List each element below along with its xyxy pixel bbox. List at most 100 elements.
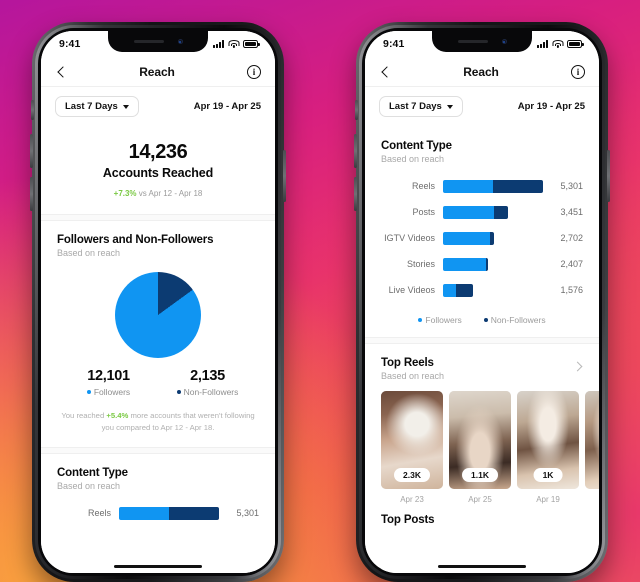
non-followers-legend-dot <box>176 390 181 394</box>
bar-value-label: 3,451 <box>560 207 583 217</box>
volume-down-button[interactable] <box>354 177 357 211</box>
stacked-bar <box>119 506 219 520</box>
silent-switch[interactable] <box>31 100 34 120</box>
delta-comparison: vs Apr 12 - Apr 18 <box>136 189 203 198</box>
top-reels-section: Top Reels Based on reach <box>365 344 599 381</box>
scroll-body-left[interactable]: 14,236 Accounts Reached +7.3% vs Apr 12 … <box>41 127 275 573</box>
bar-row: Reels 5,301 <box>57 503 259 523</box>
date-filter-dropdown[interactable]: Last 7 Days <box>55 96 139 117</box>
followers-section-title: Followers and Non-Followers <box>57 234 214 246</box>
content-type-bar-chart-left: Reels 5,301 <box>41 491 275 523</box>
legend-label: Non-Followers <box>490 315 546 325</box>
bar-track <box>443 283 543 297</box>
section-divider <box>41 214 275 221</box>
bar-category-label: IGTV Videos <box>384 233 435 243</box>
reel-thumbnail[interactable]: 1.1K <box>449 391 511 489</box>
accounts-reached-delta: +7.3% vs Apr 12 - Apr 18 <box>41 189 275 198</box>
note-prefix: You reached <box>61 411 107 420</box>
bar-category-label: Posts <box>412 207 435 217</box>
bar-track <box>443 231 543 245</box>
reel-card[interactable]: 1K Apr 19 <box>517 391 579 504</box>
chevron-left-icon[interactable] <box>55 66 67 78</box>
date-filter-dropdown[interactable]: Last 7 Days <box>379 96 463 117</box>
volume-up-button[interactable] <box>354 134 357 168</box>
bar-category-label: Reels <box>411 181 435 191</box>
chevron-right-icon[interactable] <box>573 361 583 371</box>
bar-value-label: 1,576 <box>560 285 583 295</box>
followers-section-subtitle: Based on reach <box>57 248 121 258</box>
status-icons <box>537 40 584 48</box>
app-navbar: Reach i <box>365 57 599 87</box>
status-icons <box>213 40 260 48</box>
silent-switch[interactable] <box>355 100 358 120</box>
reel-thumbnail[interactable]: 2.3K <box>381 391 443 489</box>
content-type-title: Content Type <box>381 140 452 152</box>
top-posts-section[interactable]: Top Posts <box>365 504 599 526</box>
bar-row: IGTV Videos 2,702 <box>381 228 583 248</box>
home-indicator[interactable] <box>114 564 202 568</box>
top-reels-subtitle: Based on reach <box>381 371 445 381</box>
bar-value-label: 2,407 <box>560 259 583 269</box>
notch <box>432 31 532 52</box>
bar-segment-non-followers <box>493 205 508 219</box>
earpiece-speaker <box>133 40 164 43</box>
filter-row: Last 7 Days Apr 19 - Apr 25 <box>41 87 275 127</box>
volume-up-button[interactable] <box>30 134 33 168</box>
reel-reach-badge: 1K <box>533 468 563 482</box>
followers-label: Followers <box>93 387 131 397</box>
top-posts-title: Top Posts <box>381 514 435 526</box>
reach-pie-chart <box>41 258 275 364</box>
chevron-down-icon <box>446 104 453 109</box>
power-button[interactable] <box>607 150 610 202</box>
date-filter-label: Last 7 Days <box>65 101 118 112</box>
chevron-left-icon[interactable] <box>379 66 391 78</box>
reel-thumbnail[interactable]: 900 <box>585 391 599 489</box>
status-time: 9:41 <box>59 38 81 50</box>
bar-row: Reels 5,301 <box>381 176 583 196</box>
home-indicator[interactable] <box>438 564 526 568</box>
bar-track <box>443 257 543 271</box>
notch <box>108 31 208 52</box>
chevron-down-icon <box>122 104 129 109</box>
status-time: 9:41 <box>383 38 405 50</box>
reel-date: Apr 25 <box>468 495 492 504</box>
bar-segment-non-followers <box>169 506 219 520</box>
bar-value-label: 5,301 <box>560 181 583 191</box>
bar-category-label: Stories <box>406 259 435 269</box>
non-followers-stat: 2,135 Non-Followers <box>158 368 257 397</box>
date-filter-label: Last 7 Days <box>389 101 442 112</box>
reel-card[interactable]: 900 Apr 2 <box>585 391 599 504</box>
bar-segment-non-followers <box>485 257 488 271</box>
followers-stat: 12,101 Followers <box>59 368 158 397</box>
legend-item: Followers <box>418 315 462 325</box>
bar-value-label: 5,301 <box>236 508 259 519</box>
reel-date: Apr 23 <box>400 495 424 504</box>
reel-card[interactable]: 1.1K Apr 25 <box>449 391 511 504</box>
followers-value: 12,101 <box>87 368 130 384</box>
bar-track <box>443 179 543 193</box>
page-title: Reach <box>463 64 499 79</box>
info-circle-icon[interactable]: i <box>247 64 261 79</box>
phone-screen-left: 9:41 Reach i Last 7 Days Apr 19 - Apr 25 <box>41 31 275 573</box>
reel-card[interactable]: 2.3K Apr 23 <box>381 391 443 504</box>
power-button[interactable] <box>283 150 286 202</box>
info-circle-icon[interactable]: i <box>571 64 585 79</box>
stacked-bar <box>443 257 488 271</box>
earpiece-speaker <box>457 40 488 43</box>
stacked-bar <box>443 231 494 245</box>
filter-row: Last 7 Days Apr 19 - Apr 25 <box>365 87 599 127</box>
content-type-title: Content Type <box>57 467 128 480</box>
content-type-legend: Followers Non-Followers <box>365 306 599 325</box>
phone-right: 9:41 Reach i Last 7 Days Apr 19 - Apr 25 <box>354 22 610 582</box>
top-reels-carousel[interactable]: 2.3K Apr 23 1.1K Apr 25 1K Apr 19 900 Apr 2 <box>365 381 599 504</box>
reel-date: Apr 19 <box>536 495 560 504</box>
bar-row: Posts 3,451 <box>381 202 583 222</box>
volume-down-button[interactable] <box>30 177 33 211</box>
non-followers-label: Non-Followers <box>183 387 239 397</box>
reel-reach-badge: 2.3K <box>394 468 430 482</box>
date-range-label: Apr 19 - Apr 25 <box>193 101 261 112</box>
reel-thumbnail[interactable]: 1K <box>517 391 579 489</box>
screenshot-stage: 9:41 Reach i Last 7 Days Apr 19 - Apr 25 <box>0 0 640 582</box>
scroll-body-right[interactable]: Content Type Based on reach Reels 5,301 Po… <box>365 127 599 573</box>
app-navbar: Reach i <box>41 57 275 87</box>
